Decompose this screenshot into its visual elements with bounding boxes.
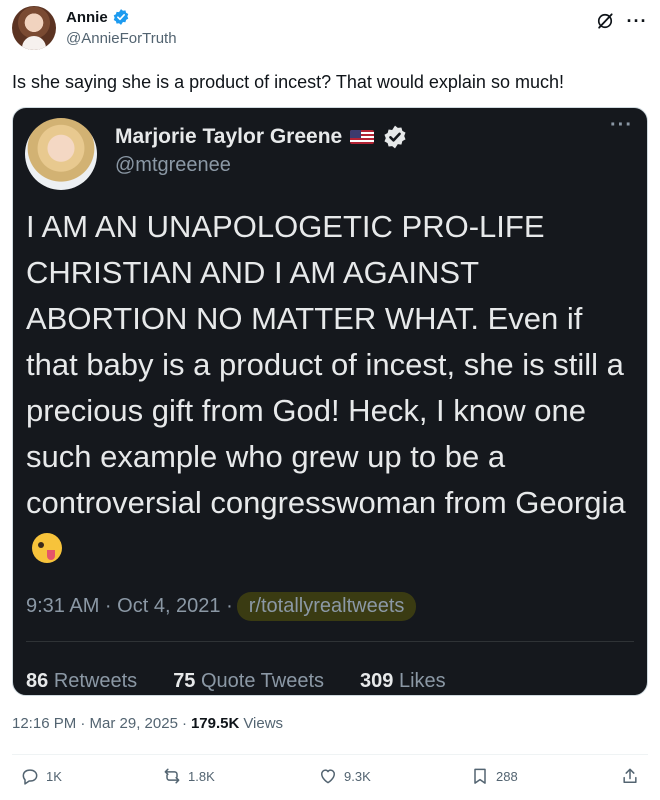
embedded-retweets: 86 Retweets [26, 670, 137, 693]
share-button[interactable] [620, 766, 640, 786]
divider [12, 754, 648, 755]
heart-icon [321, 769, 335, 784]
embedded-more-icon: ··· [610, 114, 633, 136]
embedded-likes-count: 309 [360, 670, 394, 692]
embedded-retweets-count: 86 [26, 670, 49, 692]
embedded-quotes: 75 Quote Tweets [173, 670, 324, 693]
action-bar: 1K 1.8K 9.3K 288 [12, 766, 648, 796]
reply-button[interactable]: 1K [20, 766, 62, 786]
post-text: Is she saying she is a product of incest… [12, 72, 564, 92]
embedded-avatar [25, 118, 97, 190]
post-timestamp[interactable]: 12:16 PM · Mar 29, 2025 [12, 715, 178, 732]
us-flag-icon [350, 130, 375, 144]
views-count: 179.5K [190, 715, 240, 732]
author-name-row: Annie [66, 8, 130, 26]
embedded-meta: 9:31 AM · Oct 4, 2021 · r/totallyrealtwe… [26, 592, 417, 621]
author-name[interactable]: Annie [66, 9, 108, 26]
repost-button[interactable]: 1.8K [162, 766, 215, 786]
like-button[interactable]: 9.3K [318, 766, 371, 786]
embedded-source: r/totallyrealtweets [236, 592, 417, 621]
embedded-screenshot[interactable]: Marjorie Taylor Greene @mtgreenee ··· I … [12, 107, 648, 696]
repost-icon [164, 768, 180, 784]
reply-count: 1K [46, 768, 62, 784]
embedded-verified-icon [384, 125, 406, 149]
embedded-quotes-label: Quote Tweets [201, 670, 325, 692]
bookmark-button[interactable]: 288 [470, 766, 518, 786]
embedded-quotes-count: 75 [173, 670, 196, 692]
embedded-text: I AM AN UNAPOLOGETIC PRO-LIFE CHRISTIAN … [26, 204, 638, 572]
views-label: Views [243, 715, 284, 732]
author-handle[interactable]: @AnnieForTruth [66, 30, 177, 47]
embedded-retweets-label: Retweets [53, 670, 138, 692]
author-avatar[interactable] [12, 6, 56, 50]
verified-badge-icon [113, 9, 128, 25]
bookmark-icon [474, 768, 486, 784]
embedded-likes-label: Likes [398, 670, 446, 692]
grok-icon[interactable] [594, 10, 616, 32]
bookmark-count: 288 [496, 768, 518, 784]
embedded-timestamp: 9:31 AM · Oct 4, 2021 · [26, 595, 233, 617]
post-meta: 12:16 PM · Mar 29, 2025 · 179.5K Views [12, 715, 283, 732]
header-actions: ··· [594, 10, 648, 32]
embedded-stats: 86 Retweets 75 Quote Tweets 309 Likes [26, 670, 446, 693]
embedded-handle: @mtgreenee [115, 154, 231, 176]
winking-tongue-emoji-icon [32, 533, 62, 563]
more-icon[interactable]: ··· [626, 10, 648, 32]
meta-separator: · [181, 715, 187, 732]
embedded-name-row: Marjorie Taylor Greene [115, 124, 408, 150]
embedded-divider [26, 641, 634, 642]
embedded-name: Marjorie Taylor Greene [115, 125, 343, 148]
embedded-text-body: I AM AN UNAPOLOGETIC PRO-LIFE CHRISTIAN … [26, 209, 626, 520]
post-header: Annie @AnnieForTruth ··· [12, 6, 648, 56]
share-icon [623, 768, 637, 783]
repost-count: 1.8K [188, 768, 215, 784]
embedded-likes: 309 Likes [360, 670, 446, 693]
reply-icon [22, 769, 38, 785]
like-count: 9.3K [344, 768, 371, 784]
